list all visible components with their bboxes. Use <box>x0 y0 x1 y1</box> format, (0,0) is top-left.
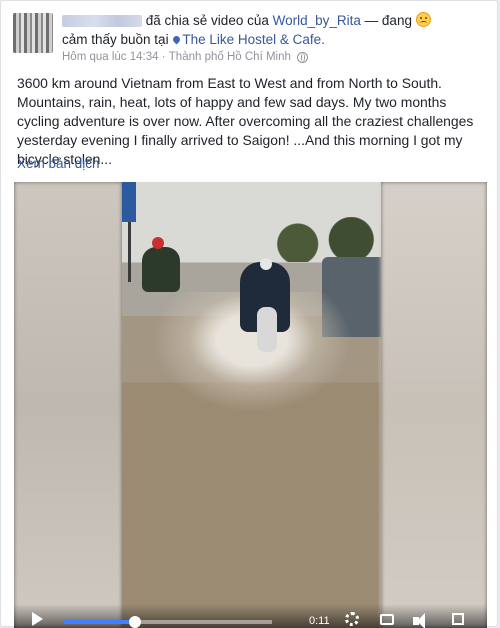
progress-fill <box>64 620 135 624</box>
shared-text: đã chia sẻ video của <box>145 13 269 28</box>
rider-helmet <box>260 258 272 270</box>
play-icon[interactable] <box>32 612 43 626</box>
video-time: 0:11 <box>309 615 330 627</box>
see-translation-link[interactable]: Xem bản dịch <box>17 156 100 171</box>
shared-page-link[interactable]: World_by_Rita <box>273 13 361 28</box>
location-pin-icon <box>171 34 182 45</box>
pole <box>128 222 131 282</box>
gear-icon[interactable] <box>345 612 359 626</box>
timestamp[interactable]: Hôm qua lúc 14:34 <box>62 51 159 63</box>
avatar[interactable] <box>13 13 53 53</box>
location-link[interactable]: The Like Hostel & Cafe <box>182 32 321 47</box>
author-name-blurred[interactable] <box>62 15 142 28</box>
sad-emoji-icon <box>415 12 431 27</box>
post-body: 3600 km around Vietnam from East to West… <box>17 75 474 167</box>
video-frame <box>122 182 382 628</box>
video-blur-right <box>381 182 487 628</box>
feed-story: đã chia sẻ video của World_by_Rita — đan… <box>0 0 498 628</box>
story-meta: Hôm qua lúc 14:34 · Thành phố Hồ Chí Min… <box>62 51 309 63</box>
red-helmet <box>152 237 164 249</box>
story-header: đã chia sẻ video của World_by_Rita — đan… <box>62 11 487 49</box>
hd-icon[interactable] <box>380 614 394 625</box>
scooter <box>257 307 277 352</box>
video-controls: 0:11 <box>14 604 487 628</box>
video-blur-left <box>14 182 122 628</box>
globe-icon[interactable] <box>297 51 309 63</box>
video-player[interactable]: 0:11 <box>14 182 487 628</box>
city[interactable]: Thành phố Hồ Chí Minh <box>169 51 291 63</box>
speaker-icon[interactable] <box>413 613 425 628</box>
progress-knob[interactable] <box>128 616 141 628</box>
progress-bar[interactable] <box>64 616 272 628</box>
feeling-text: cảm thấy buồn tại <box>62 32 169 47</box>
feeling-prefix: — đang <box>360 13 412 28</box>
trees <box>262 217 381 262</box>
street-sign <box>122 182 136 222</box>
background-rider <box>142 247 180 292</box>
fullscreen-icon[interactable] <box>452 613 464 625</box>
